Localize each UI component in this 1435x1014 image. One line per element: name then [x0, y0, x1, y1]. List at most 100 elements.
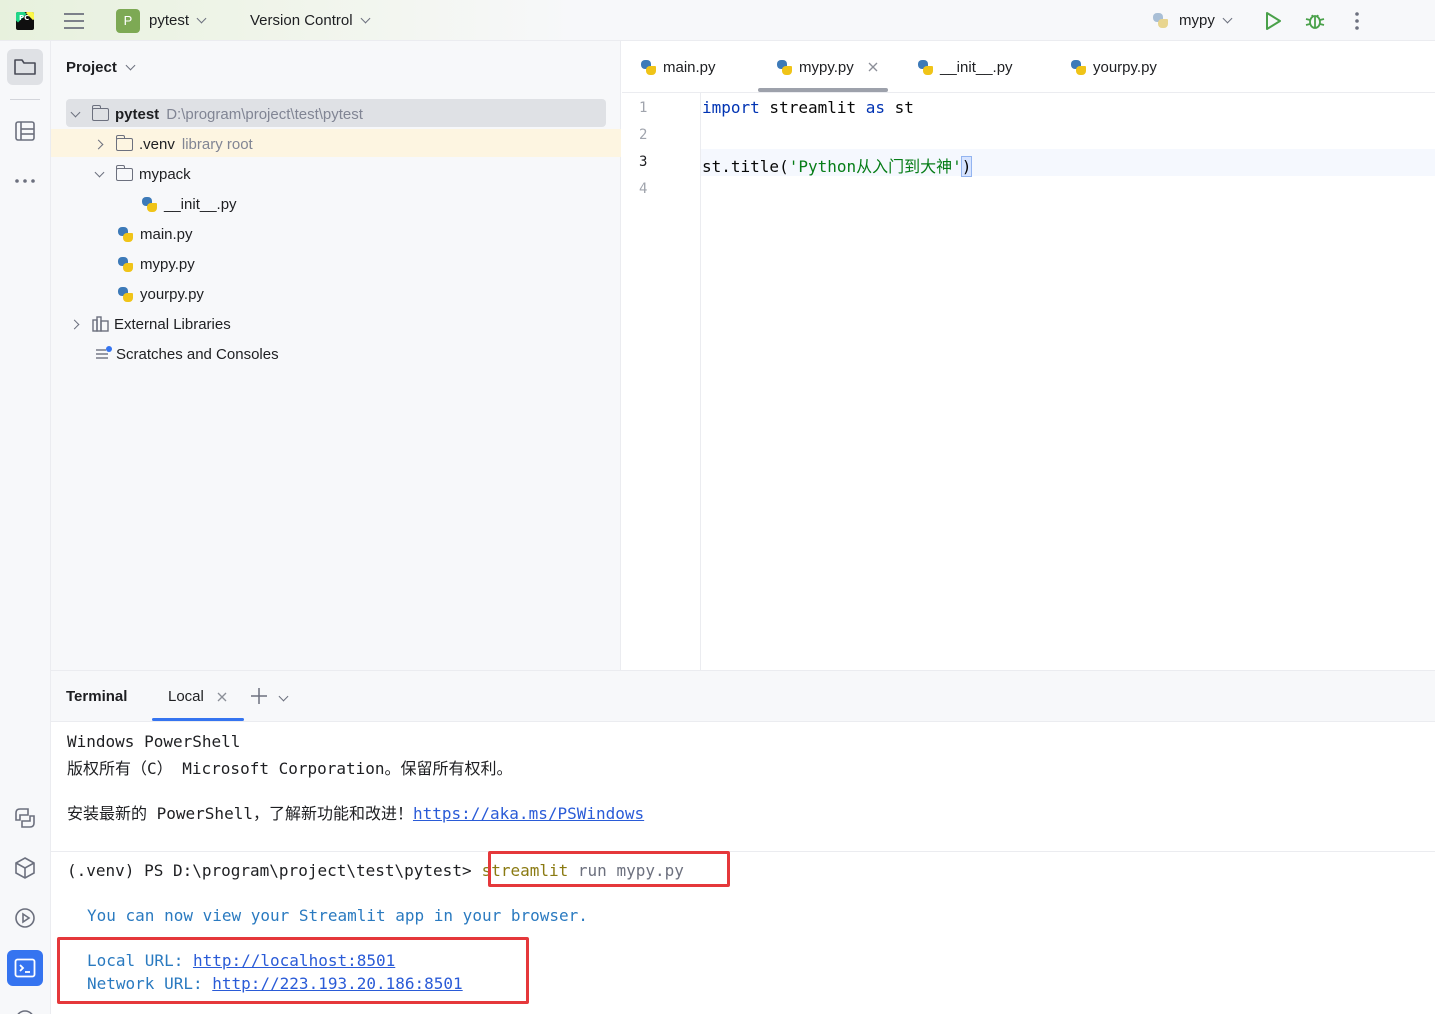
terminal-tab-local[interactable]: Local: [168, 671, 227, 722]
tree-item-yourpy[interactable]: yourpy.py: [51, 279, 621, 309]
chevron-down-icon: [196, 13, 207, 24]
tree-item-label: Scratches and Consoles: [116, 345, 279, 363]
terminal-icon: [14, 958, 36, 978]
chevron-right-icon: [93, 139, 104, 149]
vcs-menu[interactable]: Version Control: [250, 0, 371, 41]
tool-window-strip: [0, 41, 51, 1014]
project-panel-header[interactable]: Project: [66, 59, 136, 76]
tree-item-scratches[interactable]: Scratches and Consoles: [51, 339, 621, 369]
code-token: streamlit: [759, 98, 866, 117]
powershell-link[interactable]: https://aka.ms/PSWindows: [413, 804, 644, 823]
close-icon[interactable]: [217, 692, 227, 702]
matched-bracket: ): [960, 156, 973, 177]
tree-item-path: D:\program\project\test\pytest: [166, 105, 363, 123]
project-tool-button[interactable]: [7, 49, 43, 85]
python-file-icon: [917, 59, 934, 76]
tree-item-mypy[interactable]: mypy.py: [51, 249, 621, 279]
terminal-text: 安装最新的 PowerShell，了解新功能和改进！: [67, 804, 413, 823]
pycharm-logo-icon[interactable]: PC: [16, 0, 34, 41]
terminal-panel: Terminal Local Windows PowerShell 版权所有（C…: [51, 670, 1435, 1014]
code-keyword: as: [865, 98, 886, 117]
line-number-current: 3: [639, 154, 648, 170]
terminal-block-divider: [51, 851, 1435, 852]
vcs-label: Version Control: [250, 12, 353, 29]
terminal-line: 安装最新的 PowerShell，了解新功能和改进！https://aka.ms…: [67, 800, 644, 824]
code-token: st: [885, 98, 914, 117]
python-console-icon: [15, 808, 35, 828]
tab-label: __init__.py: [940, 58, 1013, 76]
tree-item-label: mypack: [139, 165, 191, 183]
folder-icon: [91, 104, 109, 121]
command-highlight-box: [488, 851, 730, 887]
chevron-down-icon: [1222, 13, 1233, 24]
tab-yourpy-py[interactable]: yourpy.py: [1070, 41, 1157, 93]
tree-item-sub: library root: [181, 135, 253, 153]
python-file-icon: [117, 286, 134, 303]
python-packages-button[interactable]: [7, 850, 43, 886]
more-tools-button[interactable]: [7, 163, 43, 199]
bug-icon: [1305, 14, 1325, 29]
terminal-line: 版权所有（C） Microsoft Corporation。保留所有权利。: [67, 759, 513, 778]
tree-item-external-libraries[interactable]: External Libraries: [51, 309, 621, 339]
tab-main-py[interactable]: main.py: [640, 41, 716, 93]
tree-item-label: External Libraries: [114, 315, 231, 333]
python-file-icon: [117, 226, 134, 243]
tree-item-init[interactable]: __init__.py: [51, 189, 621, 219]
scratches-icon: [96, 346, 112, 359]
python-console-button[interactable]: [7, 800, 43, 836]
tree-item-venv[interactable]: .venv library root: [51, 129, 621, 159]
chevron-down-icon[interactable]: [278, 691, 289, 702]
terminal-title: Terminal: [66, 688, 128, 705]
tab-init-py[interactable]: __init__.py: [917, 41, 1013, 93]
tree-item-label: pytest: [115, 105, 160, 123]
line-number: 4: [639, 181, 648, 197]
python-file-icon: [776, 59, 793, 76]
more-horizontal-icon: [15, 179, 35, 183]
project-selector[interactable]: P pytest: [116, 0, 207, 41]
code-line-1[interactable]: import streamlit as st: [702, 98, 914, 117]
code-token: st.title(: [702, 157, 789, 176]
line-number: 1: [639, 100, 648, 116]
terminal-line: Windows PowerShell: [67, 732, 241, 751]
services-button[interactable]: [7, 900, 43, 936]
tree-item-label: .venv: [139, 135, 175, 153]
python-file-icon: [640, 59, 657, 76]
tree-item-pytest[interactable]: pytest D:\program\project\test\pytest: [51, 99, 621, 129]
tab-label: main.py: [663, 58, 716, 76]
close-icon[interactable]: [868, 62, 878, 72]
terminal-tool-button[interactable]: [7, 950, 43, 986]
main-menu-icon[interactable]: [63, 0, 85, 41]
more-actions-button[interactable]: [1352, 0, 1362, 41]
run-button[interactable]: [1263, 0, 1283, 41]
tree-item-label: mypy.py: [140, 255, 195, 273]
terminal-prompt: (.venv) PS D:\program\project\test\pytes…: [67, 861, 472, 880]
tree-item-main[interactable]: main.py: [51, 219, 621, 249]
python-icon: [1152, 12, 1169, 29]
more-vertical-icon: [1355, 11, 1359, 30]
terminal-tab-label: Local: [168, 688, 204, 705]
line-number-gutter: 1 2 3 4: [622, 93, 701, 670]
folder-icon: [14, 59, 36, 75]
plus-icon[interactable]: [250, 687, 268, 705]
run-config-selector[interactable]: mypy: [1152, 0, 1233, 41]
code-line-3[interactable]: st.title('Python从入门到大神'): [702, 153, 973, 177]
editor-tab-bar: main.py mypy.py __init__.py yourpy.py: [622, 41, 1435, 93]
problems-button[interactable]: [7, 1000, 43, 1014]
project-badge: P: [116, 8, 140, 33]
terminal-header: Terminal Local: [51, 671, 1435, 722]
debug-button[interactable]: [1304, 0, 1326, 41]
python-file-icon: [1070, 59, 1087, 76]
tree-item-label: __init__.py: [164, 195, 237, 213]
title-bar: PC P pytest Version Control mypy: [0, 0, 1435, 41]
project-panel: Project pytest D:\program\project\test\p…: [51, 41, 621, 670]
chevron-down-icon: [125, 60, 136, 71]
package-folder-icon: [115, 164, 133, 181]
code-string: 'Python从入门到大神': [788, 157, 962, 176]
run-config-name: mypy: [1179, 12, 1215, 29]
structure-tool-button[interactable]: [7, 113, 43, 149]
packages-icon: [15, 857, 35, 879]
tab-mypy-py[interactable]: mypy.py: [776, 41, 878, 93]
tree-item-mypack[interactable]: mypack: [51, 159, 621, 189]
problems-icon: [17, 1010, 33, 1014]
active-terminal-tab-underline: [152, 718, 244, 721]
